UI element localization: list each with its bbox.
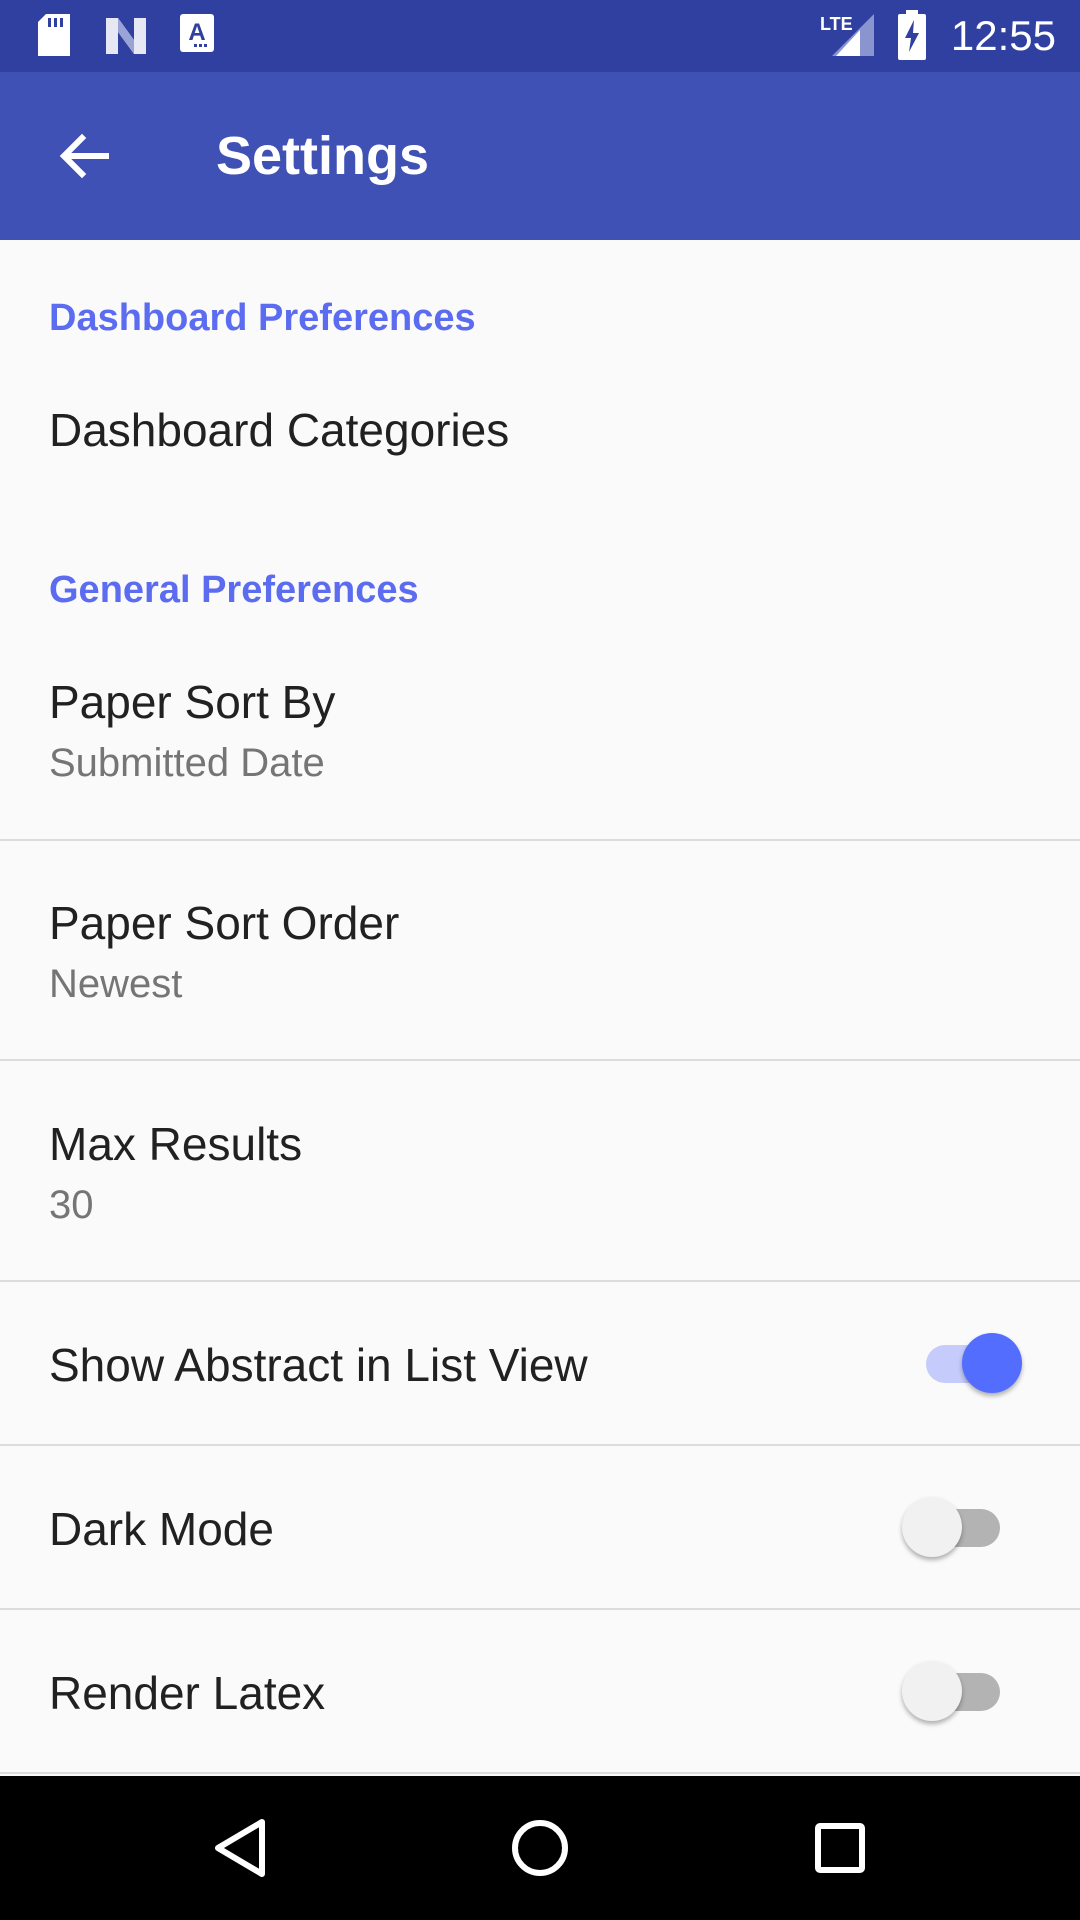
pref-title: Paper Sort By [49, 676, 336, 728]
switch-thumb [902, 1497, 962, 1557]
switch-thumb [902, 1661, 962, 1721]
status-time: 12:55 [950, 12, 1056, 59]
navigation-bar [0, 1776, 1080, 1920]
pref-summary: Newest [49, 962, 183, 1006]
pref-summary: 30 [49, 1183, 94, 1227]
notification-n-icon [106, 18, 146, 54]
switch-thumb [962, 1333, 1022, 1393]
section-header-dashboard: Dashboard Preferences [49, 297, 476, 339]
battery-charging-icon [898, 10, 926, 60]
show-abstract-switch[interactable] [912, 1328, 1022, 1398]
keyboard-a-icon: A [180, 14, 214, 52]
svg-text:A: A [188, 19, 205, 46]
section-header-general: General Preferences [49, 569, 419, 611]
page-title: Settings [216, 126, 430, 186]
pref-title: Dashboard Categories [49, 404, 510, 456]
arrow-back-icon[interactable] [48, 120, 120, 192]
render-latex-switch[interactable] [902, 1656, 1012, 1726]
network-type-label: LTE [820, 14, 853, 34]
pref-title: Paper Sort Order [49, 897, 400, 949]
status-bar: A LTE 12:55 [0, 0, 1080, 72]
app-bar [0, 72, 1080, 240]
pref-title: Dark Mode [49, 1503, 274, 1555]
pref-title: Max Results [49, 1118, 303, 1170]
sd-card-icon [38, 14, 70, 56]
recents-square-icon[interactable] [792, 1800, 888, 1896]
dark-mode-switch[interactable] [902, 1492, 1012, 1562]
pref-title: Show Abstract in List View [49, 1339, 588, 1391]
lte-signal-icon: LTE [820, 14, 874, 56]
divider [0, 1772, 1080, 1774]
pref-title: Render Latex [49, 1667, 326, 1719]
pref-summary: Submitted Date [49, 741, 325, 785]
home-circle-icon[interactable] [492, 1800, 588, 1896]
back-triangle-icon[interactable] [192, 1800, 288, 1896]
